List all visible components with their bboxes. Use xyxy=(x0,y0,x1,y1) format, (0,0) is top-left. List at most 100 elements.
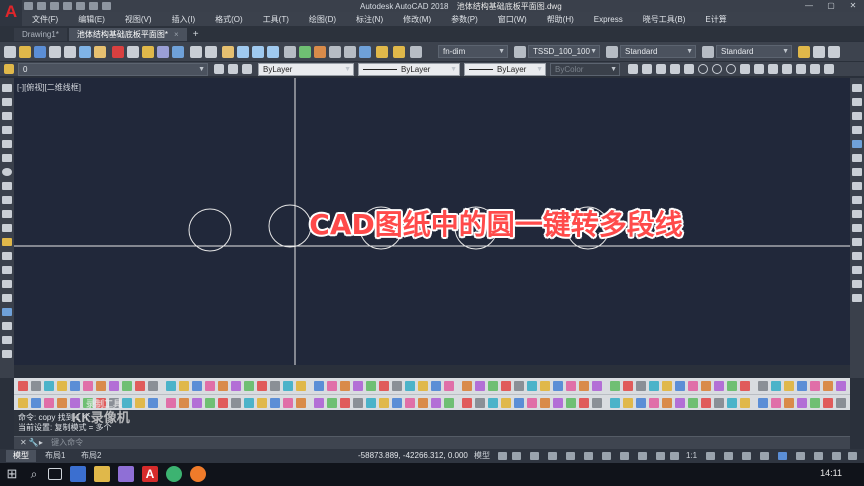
tssd-tool-icon[interactable] xyxy=(797,398,807,408)
snap-center-icon[interactable] xyxy=(698,64,708,74)
mleaderstyle-select[interactable]: Standard ▼ xyxy=(716,45,792,58)
isolate-objects-icon[interactable] xyxy=(796,452,805,460)
minimize-button[interactable]: — xyxy=(798,0,820,12)
tssd-tool-icon[interactable] xyxy=(727,398,737,408)
saveas-icon[interactable] xyxy=(63,2,72,10)
tssd-tool-icon[interactable] xyxy=(610,398,620,408)
tssd-tool-icon[interactable] xyxy=(327,398,337,408)
chat-app-icon[interactable] xyxy=(166,466,182,482)
tssd-tool-icon[interactable] xyxy=(327,381,337,391)
tool-palettes-icon[interactable] xyxy=(314,46,326,58)
menu-draw[interactable]: 绘图(D) xyxy=(299,14,346,25)
tssd-tool-icon[interactable] xyxy=(31,381,41,391)
tssd-tool-icon[interactable] xyxy=(353,398,363,408)
tssd-tool-icon[interactable] xyxy=(353,381,363,391)
tssd-tool-icon[interactable] xyxy=(444,398,454,408)
menu-format[interactable]: 格式(O) xyxy=(205,14,253,25)
add-selected-icon[interactable] xyxy=(2,350,12,358)
tssd-tool-icon[interactable] xyxy=(771,398,781,408)
ellipse-icon[interactable] xyxy=(2,210,12,218)
tssd-tool-icon[interactable] xyxy=(296,381,306,391)
tssd-tool-icon[interactable] xyxy=(314,381,324,391)
tssd-tool-icon[interactable] xyxy=(579,381,589,391)
offset-icon[interactable] xyxy=(852,126,862,134)
linetype-select[interactable]: ByLayer ▼ xyxy=(358,63,460,76)
tssd-tool-icon[interactable] xyxy=(514,381,524,391)
menu-e-calc[interactable]: E计算 xyxy=(695,14,736,25)
tssd-tool-icon[interactable] xyxy=(662,398,672,408)
maximize-button[interactable]: ▢ xyxy=(820,0,842,12)
dimstyle-select[interactable]: fn-dim ▼ xyxy=(438,45,508,58)
annotation-scale[interactable]: 1:1 xyxy=(684,450,699,462)
polyline-icon[interactable] xyxy=(2,112,12,120)
tssd-tool-icon[interactable] xyxy=(771,381,781,391)
task-view-icon[interactable] xyxy=(48,468,62,480)
tssd-tool-icon[interactable] xyxy=(257,398,267,408)
tssd-tool-icon[interactable] xyxy=(431,398,441,408)
undo-icon[interactable] xyxy=(190,46,202,58)
tssd-tool-icon[interactable] xyxy=(57,381,67,391)
tssd-tool-icon[interactable] xyxy=(431,381,441,391)
tssd-tool-icon[interactable] xyxy=(166,398,176,408)
trim-icon[interactable] xyxy=(852,210,862,218)
tssd-tool-icon[interactable] xyxy=(83,381,93,391)
extend-icon[interactable] xyxy=(852,224,862,232)
break-icon[interactable] xyxy=(852,238,862,246)
tssd-tool-icon[interactable] xyxy=(366,381,376,391)
tssd-tool-icon[interactable] xyxy=(31,398,41,408)
tssd-tool-icon[interactable] xyxy=(649,398,659,408)
ortho-icon[interactable] xyxy=(530,452,539,460)
polygon-icon[interactable] xyxy=(2,126,12,134)
gradient-icon[interactable] xyxy=(2,294,12,302)
point-icon[interactable] xyxy=(2,266,12,274)
tssd-tool-icon[interactable] xyxy=(527,381,537,391)
region-icon[interactable] xyxy=(2,308,12,316)
save-icon[interactable] xyxy=(50,2,59,10)
menu-window[interactable]: 窗口(W) xyxy=(488,14,537,25)
redo-icon[interactable] xyxy=(205,46,217,58)
tssd-tool-icon[interactable] xyxy=(340,381,350,391)
tssd-tool-icon[interactable] xyxy=(405,398,415,408)
tab-layout1[interactable]: 布局1 xyxy=(38,450,72,462)
drawing-canvas[interactable]: [-][俯视][二维线框] CAD图纸中的圆一键转多段线 xyxy=(14,78,850,365)
tssd-tool-icon[interactable] xyxy=(701,398,711,408)
tssd-tool-icon[interactable] xyxy=(70,381,80,391)
tssd-tool-icon[interactable] xyxy=(740,381,750,391)
table-style-icon[interactable] xyxy=(514,46,526,58)
tssd-tool-icon[interactable] xyxy=(283,381,293,391)
tssd-tool-icon[interactable] xyxy=(231,398,241,408)
snap-tool-icon[interactable] xyxy=(628,64,638,74)
menu-xiaohao-tools[interactable]: 晓号工具(B) xyxy=(633,14,696,25)
model-space-toggle[interactable]: 模型 xyxy=(472,450,492,462)
tssd-tool-icon[interactable] xyxy=(836,398,846,408)
units-icon[interactable] xyxy=(742,452,751,460)
tssd-tool-icon[interactable] xyxy=(179,381,189,391)
tssd-tool-icon[interactable] xyxy=(636,398,646,408)
3d-print-icon[interactable] xyxy=(94,46,106,58)
tssd-tool-icon[interactable] xyxy=(501,398,511,408)
snap-tool-icon[interactable] xyxy=(656,64,666,74)
array-icon[interactable] xyxy=(852,140,862,148)
selection-cycling-icon[interactable] xyxy=(656,452,665,460)
tssd-tool-icon[interactable] xyxy=(758,381,768,391)
mirror-icon[interactable] xyxy=(852,112,862,120)
tssd-tool-icon[interactable] xyxy=(270,398,280,408)
tssd-tool-icon[interactable] xyxy=(623,381,633,391)
pan-icon[interactable] xyxy=(222,46,234,58)
tssd-tool-icon[interactable] xyxy=(218,398,228,408)
clean-screen-icon[interactable] xyxy=(832,452,841,460)
file-explorer-icon[interactable] xyxy=(94,466,110,482)
tssd-tool-icon[interactable] xyxy=(205,398,215,408)
quickcalc-icon[interactable] xyxy=(359,46,371,58)
annotation-visibility-icon[interactable] xyxy=(670,452,679,460)
tssd-tool-icon[interactable] xyxy=(727,381,737,391)
print-icon[interactable] xyxy=(49,46,61,58)
tssd-tool-icon[interactable] xyxy=(540,381,550,391)
tssd-tool-icon[interactable] xyxy=(392,381,402,391)
object-snap-tracking-icon[interactable] xyxy=(584,452,593,460)
print-icon[interactable] xyxy=(76,2,85,10)
circle-icon[interactable] xyxy=(2,168,12,176)
ellipse-arc-icon[interactable] xyxy=(2,224,12,232)
match-properties-icon[interactable] xyxy=(157,46,169,58)
tssd-tool-icon[interactable] xyxy=(296,398,306,408)
